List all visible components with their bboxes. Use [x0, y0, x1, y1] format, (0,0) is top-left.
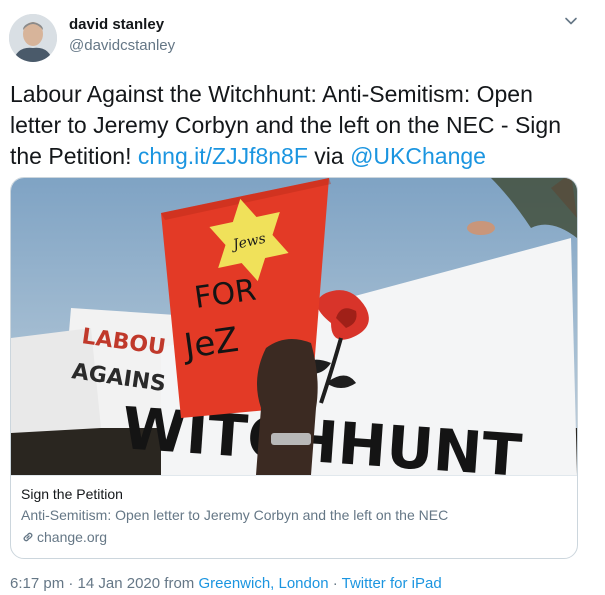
meta-separator: ·	[64, 575, 78, 592]
card-title[interactable]: Sign the Petition	[21, 486, 123, 502]
avatar-image	[9, 14, 57, 62]
tweet-date[interactable]: 14 Jan 2020	[78, 575, 161, 592]
card-description: Anti-Semitism: Open letter to Jeremy Cor…	[21, 507, 449, 523]
display-name[interactable]: david stanley	[69, 16, 164, 33]
meta-from: from	[160, 575, 199, 592]
svg-text:JeZ: JeZ	[180, 320, 241, 367]
mention-link[interactable]: @UKChange	[350, 143, 486, 169]
card-domain: change.org	[21, 529, 107, 545]
tweet-meta: 6:17 pm · 14 Jan 2020 from Greenwich, Lo…	[10, 575, 442, 592]
chevron-down-icon[interactable]	[564, 14, 578, 28]
link-card[interactable]: LABOU AGAINS WITCHHUNT Jews FOR JeZ Sign…	[10, 177, 578, 559]
avatar[interactable]	[9, 14, 57, 62]
link-icon	[21, 530, 35, 544]
user-handle[interactable]: @davidcstanley	[69, 37, 175, 54]
tweet-time[interactable]: 6:17 pm	[10, 575, 64, 592]
card-body[interactable]: Sign the Petition Anti-Semitism: Open le…	[11, 475, 577, 558]
source-link[interactable]: Twitter for iPad	[342, 575, 442, 592]
tweet-text: Labour Against the Witchhunt: Anti-Semit…	[10, 79, 580, 172]
via-word: via	[314, 143, 344, 169]
meta-separator: ·	[328, 575, 342, 592]
card-domain-text: change.org	[37, 529, 108, 545]
tweet-short-link[interactable]: chng.it/ZJJf8n8F	[138, 143, 308, 169]
location-link[interactable]: Greenwich, London	[198, 575, 328, 592]
card-image[interactable]: LABOU AGAINS WITCHHUNT Jews FOR JeZ	[11, 178, 577, 490]
